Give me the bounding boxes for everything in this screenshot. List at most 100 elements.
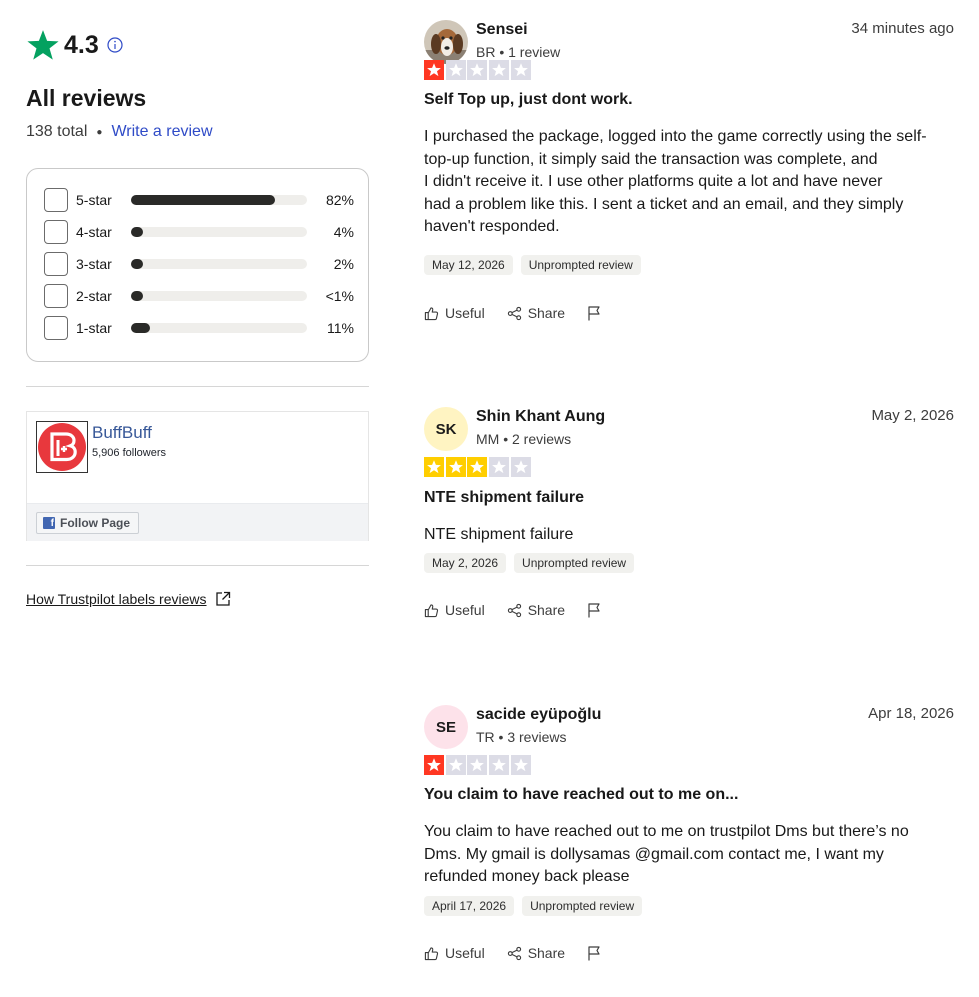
filter-checkbox[interactable] <box>44 252 68 276</box>
distribution-bar <box>131 227 307 237</box>
share-button[interactable]: Share <box>507 602 565 618</box>
all-reviews-heading: All reviews <box>26 85 147 111</box>
how-labels-text: How Trustpilot labels reviews <box>26 591 207 607</box>
review-tags: May 12, 2026 Unprompted review <box>424 255 649 275</box>
total-count: 138 total <box>26 123 88 140</box>
rating-star-icon <box>510 457 531 477</box>
review-body-line: Dms. My gmail is dollysamas @gmail.com c… <box>424 845 884 863</box>
distribution-row-2-star[interactable]: 2-star <1% <box>44 284 354 308</box>
review-body-line: top-up function, it simply said the tran… <box>424 150 878 168</box>
facebook-page-widget: BuffBuff 5,906 followers f Follow Page <box>26 411 369 541</box>
experience-date-tag: May 2, 2026 <box>424 553 507 573</box>
star-label: 1-star <box>76 320 112 336</box>
review-tags: April 17, 2026 Unprompted review <box>424 896 650 916</box>
useful-button[interactable]: Useful <box>424 305 485 321</box>
report-button[interactable] <box>587 305 608 321</box>
buffbuff-logo[interactable] <box>36 421 88 473</box>
review-title[interactable]: NTE shipment failure <box>424 489 584 507</box>
experience-date-tag: April 17, 2026 <box>424 896 515 916</box>
thumbs-up-icon <box>424 603 445 618</box>
percent-label: <1% <box>325 288 354 304</box>
write-review-link[interactable]: Write a review <box>111 123 212 141</box>
distribution-bar-fill <box>131 291 143 301</box>
review-rating <box>424 755 532 775</box>
divider <box>26 386 369 387</box>
follow-page-label: Follow Page <box>60 516 131 530</box>
report-button[interactable] <box>587 945 608 961</box>
avatar[interactable] <box>424 20 468 64</box>
review-body-line: I purchased the package, logged into the… <box>424 128 927 145</box>
review-body-line: I didn't receive it. I use other platfor… <box>424 173 883 190</box>
trustpilot-star-icon <box>27 30 59 60</box>
separator-dot: ● <box>96 126 103 138</box>
unprompted-review-tag[interactable]: Unprompted review <box>514 553 635 573</box>
how-trustpilot-labels-link[interactable]: How Trustpilot labels reviews <box>26 591 231 607</box>
facebook-page-name[interactable]: BuffBuff <box>92 423 152 443</box>
distribution-bar <box>131 259 307 269</box>
share-label: Share <box>527 945 566 961</box>
useful-button[interactable]: Useful <box>424 602 485 618</box>
review-title[interactable]: Self Top up, just dont work. <box>424 91 633 109</box>
percent-label: 82% <box>325 192 354 208</box>
unprompted-review-tag[interactable]: Unprompted review <box>520 255 641 275</box>
distribution-bar-fill <box>131 259 143 269</box>
info-icon[interactable] <box>107 37 123 53</box>
follow-page-button[interactable]: f Follow Page <box>36 512 140 534</box>
distribution-bar-fill <box>131 323 150 333</box>
dog-photo-icon <box>424 20 468 64</box>
reviewer-name[interactable]: sacide eyüpoğlu <box>476 706 601 724</box>
rating-star-icon <box>510 755 531 775</box>
rating-star-icon <box>510 60 531 80</box>
review-body-line: NTE shipment failure <box>424 526 574 543</box>
star-label: 4-star <box>76 224 112 240</box>
distribution-bar <box>131 195 307 205</box>
rating-star-icon <box>467 60 488 80</box>
avatar[interactable]: SE <box>424 705 468 749</box>
rating-star-icon <box>424 755 444 775</box>
flag-icon <box>587 602 608 618</box>
share-icon <box>507 306 528 321</box>
report-button[interactable] <box>587 602 608 618</box>
star-label: 2-star <box>76 288 112 304</box>
rating-star-icon <box>467 457 488 477</box>
percent-label: 2% <box>333 256 354 272</box>
review-body: You claim to have reached out to me on t… <box>424 821 954 889</box>
flag-icon <box>587 945 608 961</box>
share-button[interactable]: Share <box>507 945 565 961</box>
filter-checkbox[interactable] <box>44 188 68 212</box>
unprompted-review-tag[interactable]: Unprompted review <box>522 896 643 916</box>
share-button[interactable]: Share <box>507 305 565 321</box>
facebook-icon: f <box>43 517 55 529</box>
rating-star-icon <box>445 755 466 775</box>
filter-checkbox[interactable] <box>44 284 68 308</box>
reviewer-name[interactable]: Shin Khant Aung <box>476 408 605 426</box>
review-body-line: You claim to have reached out to me on t… <box>424 823 909 840</box>
distribution-row-4-star[interactable]: 4-star 4% <box>44 220 354 244</box>
distribution-row-1-star[interactable]: 1-star 11% <box>44 316 354 340</box>
distribution-row-5-star[interactable]: 5-star 82% <box>44 188 354 212</box>
review-date: 34 minutes ago <box>851 20 954 37</box>
share-label: Share <box>527 305 566 321</box>
distribution-bar <box>131 323 307 333</box>
thumbs-up-icon <box>424 946 445 961</box>
distribution-bar-fill <box>131 195 275 205</box>
reviewer-meta: TR • 3 reviews <box>476 729 567 745</box>
review-actions: Useful Share <box>424 945 630 961</box>
review-rating <box>424 60 532 80</box>
useful-button[interactable]: Useful <box>424 945 485 961</box>
review-title[interactable]: You claim to have reached out to me on..… <box>424 786 738 804</box>
rating-star-icon <box>445 60 466 80</box>
facebook-followers: 5,906 followers <box>92 447 166 459</box>
distribution-row-3-star[interactable]: 3-star 2% <box>44 252 354 276</box>
rating-star-icon <box>489 755 510 775</box>
score-row: 4.3 <box>26 28 123 62</box>
total-row: 138 total ● Write a review <box>26 123 213 141</box>
rating-star-icon <box>489 60 510 80</box>
avatar[interactable]: SK <box>424 407 468 451</box>
filter-checkbox[interactable] <box>44 316 68 340</box>
thumbs-up-icon <box>424 306 445 321</box>
divider <box>26 565 369 566</box>
star-label: 3-star <box>76 256 112 272</box>
filter-checkbox[interactable] <box>44 220 68 244</box>
reviewer-name[interactable]: Sensei <box>476 21 528 39</box>
